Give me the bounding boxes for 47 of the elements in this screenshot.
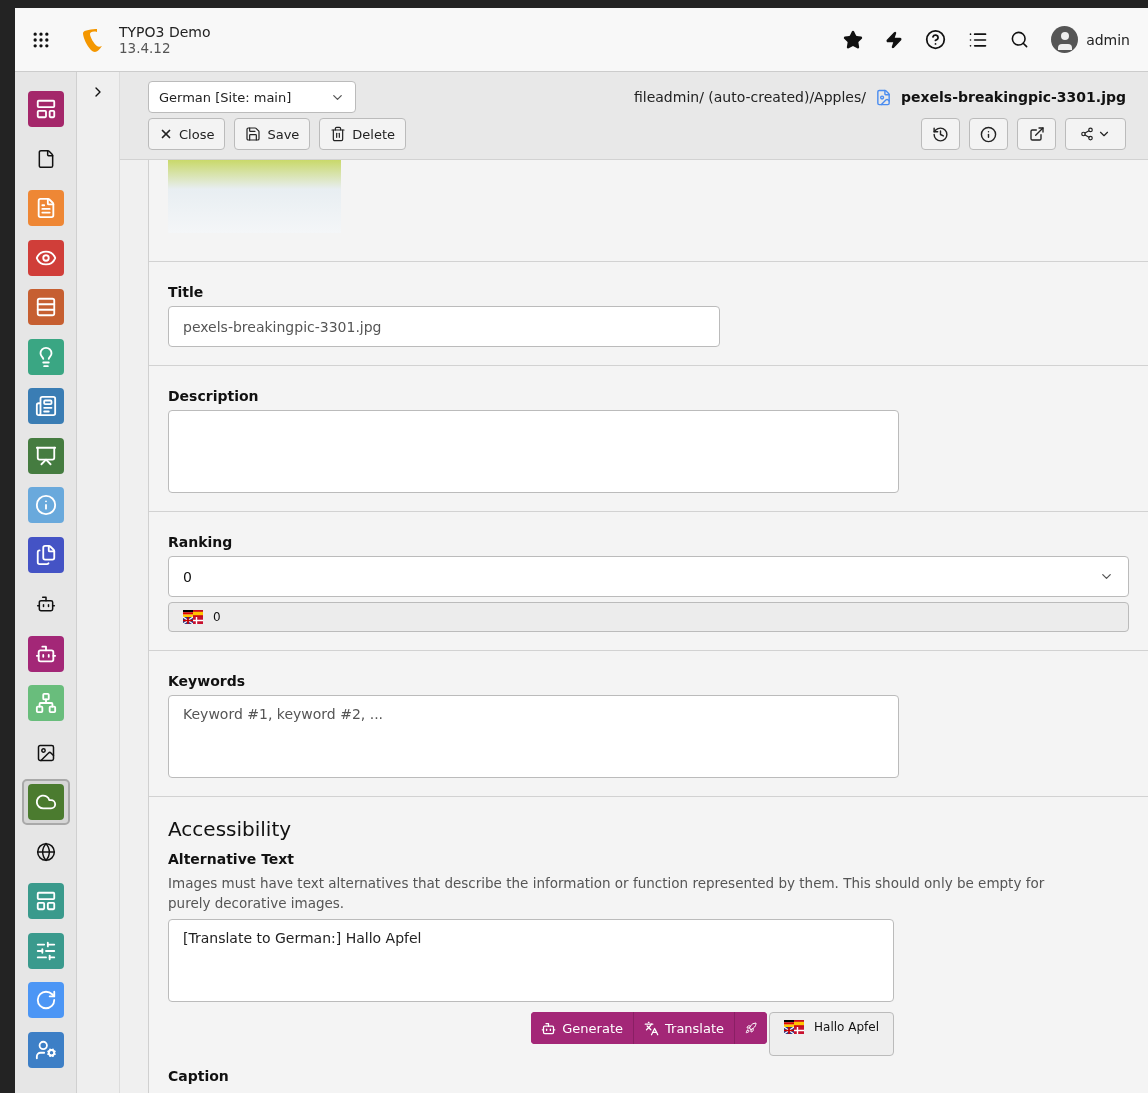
external-link-icon xyxy=(1028,126,1045,142)
alternative-text-field[interactable]: [Translate to German:] Hallo Apfel xyxy=(168,919,894,1002)
keywords-field[interactable]: Keyword #1, keyword #2, ... xyxy=(168,695,899,778)
field-label: Ranking xyxy=(168,534,233,550)
avatar-icon[interactable] xyxy=(1051,26,1079,53)
original-value: 0 xyxy=(213,610,221,624)
ranking-select[interactable]: 0 xyxy=(168,556,1129,597)
language-select[interactable]: German [Site: main] xyxy=(148,81,356,113)
description-field[interactable] xyxy=(168,410,899,493)
history-icon xyxy=(932,125,949,143)
field-label: Description xyxy=(168,388,259,404)
search-icon[interactable] xyxy=(1010,30,1030,49)
close-icon xyxy=(159,127,173,141)
user-name[interactable]: admin xyxy=(1086,31,1130,48)
flash-icon[interactable] xyxy=(885,30,904,49)
share-button[interactable] xyxy=(1065,118,1126,150)
app-title: TYPO3 Demo xyxy=(119,23,211,40)
help-text: Images must have text alternatives that describe the information or function represented by them. This should only be empty for purely decorative images. xyxy=(168,874,1046,913)
save-button[interactable]: Save xyxy=(234,118,311,150)
original-value: Hallo Apfel xyxy=(814,1020,879,1034)
title-field[interactable]: pexels-breakingpic-3301.jpg xyxy=(168,306,720,347)
robot-icon xyxy=(541,1020,557,1036)
field-label: Alternative Text xyxy=(168,851,295,867)
globe-icon xyxy=(34,840,57,863)
translate-icon xyxy=(644,1020,659,1036)
help-icon[interactable] xyxy=(925,29,947,50)
open-external-button[interactable] xyxy=(1017,118,1056,150)
flag-icon xyxy=(183,610,203,624)
app-version: 13.4.12 xyxy=(119,39,172,56)
section-heading: Accessibility xyxy=(168,817,292,841)
file-name: pexels-breakingpic-3301.jpg xyxy=(901,89,1126,105)
share-icon xyxy=(1080,127,1094,141)
history-button[interactable] xyxy=(921,118,960,150)
trash-icon xyxy=(330,126,347,142)
generate-button[interactable]: Generate xyxy=(531,1012,634,1044)
delete-button[interactable]: Delete xyxy=(319,118,407,150)
field-label: Caption xyxy=(168,1068,229,1084)
rocket-icon xyxy=(745,1022,758,1034)
info-icon xyxy=(980,125,997,143)
field-label: Title xyxy=(168,284,204,300)
image-file-icon xyxy=(875,88,892,106)
bookmark-star-icon[interactable] xyxy=(843,29,864,50)
close-button[interactable]: Close xyxy=(148,118,226,150)
flag-icon xyxy=(784,1020,805,1034)
file-path: fileadmin/ (auto-created)/Apples/ xyxy=(633,89,866,105)
info-button[interactable] xyxy=(969,118,1008,150)
field-label: Keywords xyxy=(168,673,246,689)
